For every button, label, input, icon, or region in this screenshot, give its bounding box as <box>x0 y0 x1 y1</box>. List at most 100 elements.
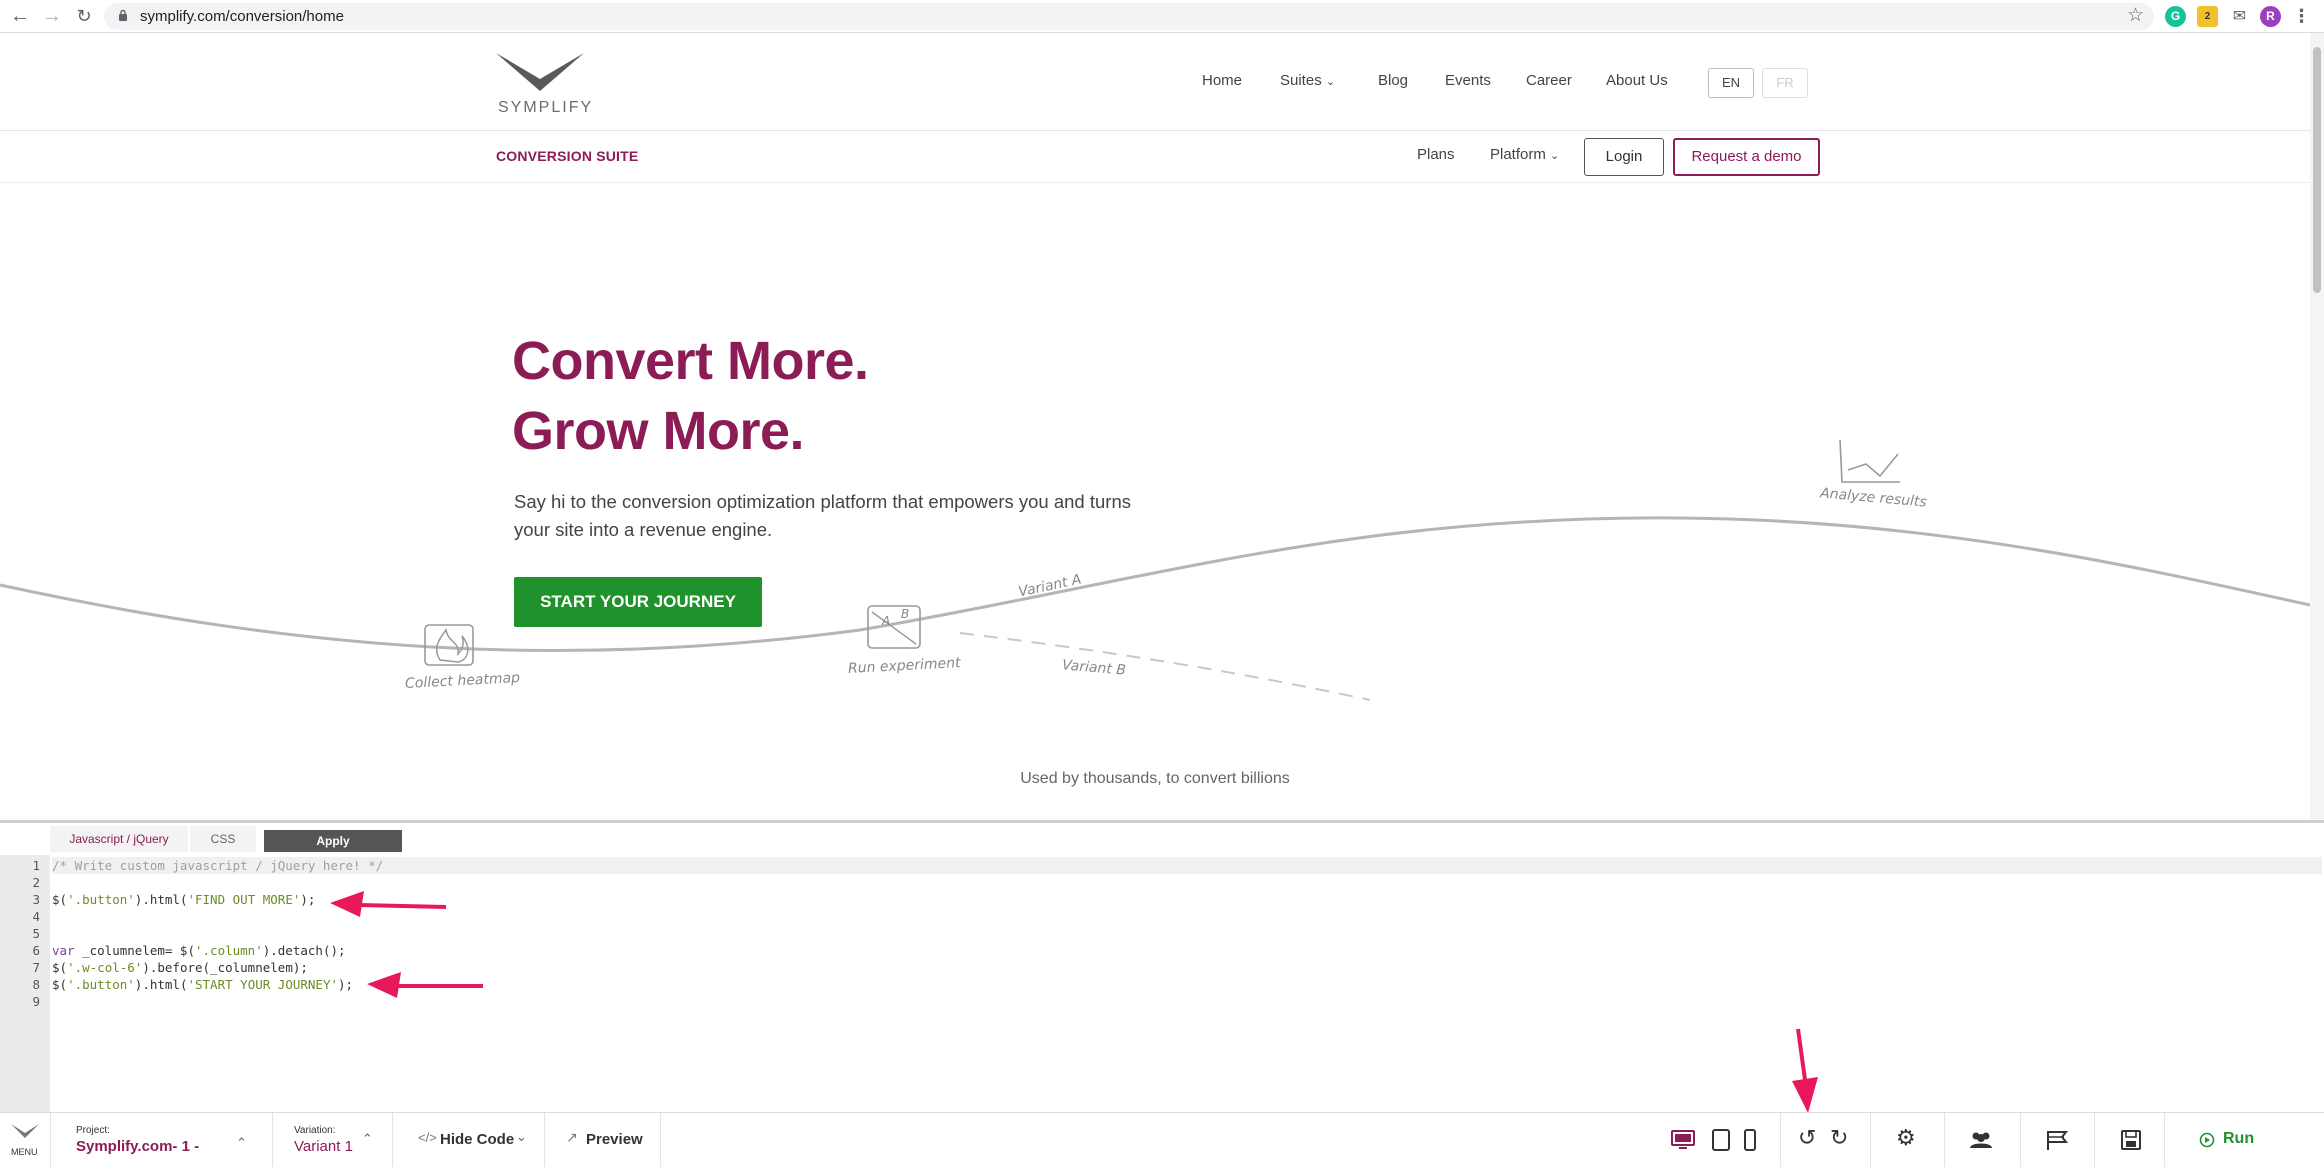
line-number: 8 <box>32 977 40 992</box>
code-token: $( <box>52 977 68 992</box>
toolbar-divider <box>1870 1113 1871 1167</box>
code-line: $('.button').html('START YOUR JOURNEY'); <box>52 976 353 993</box>
run-button[interactable]: Run <box>2165 1113 2324 1167</box>
request-demo-button[interactable]: Request a demo <box>1673 138 1820 176</box>
code-token: ).before(_columnelem); <box>142 960 308 975</box>
code-token: ); <box>300 892 316 907</box>
hero-title-line-1: Convert More. <box>512 331 869 391</box>
nav-about-us[interactable]: About Us <box>1606 72 1668 89</box>
mobile-view-icon[interactable] <box>1737 1128 1763 1152</box>
code-token: '.button' <box>67 892 135 907</box>
line-number: 5 <box>32 926 40 941</box>
settings-gears-icon[interactable]: ⚙ <box>1896 1125 1916 1151</box>
preview-button[interactable]: ↗ Preview <box>544 1113 660 1167</box>
grammarly-extension-icon[interactable]: G <box>2165 6 2186 27</box>
symplify-logo-mark-icon <box>496 53 584 91</box>
code-token: ).detach(); <box>262 943 346 958</box>
desktop-view-icon[interactable] <box>1670 1128 1696 1152</box>
project-label: Project: <box>76 1125 110 1136</box>
code-token: $( <box>52 892 68 907</box>
browser-toolbar: ← → ↻ symplify.com/conversion/home ☆ G 2… <box>0 0 2324 33</box>
redo-icon[interactable]: ↻ <box>1830 1125 1848 1151</box>
nav-home[interactable]: Home <box>1202 72 1242 89</box>
symplify-logo[interactable]: SYMPLIFY <box>494 47 591 117</box>
nav-platform[interactable]: Platform ⌄ <box>1490 146 1559 163</box>
code-token: ).html( <box>134 892 188 907</box>
extensions-puzzle-icon[interactable]: ✉ <box>2229 6 2250 27</box>
toolbar-divider <box>660 1113 661 1167</box>
url-text: symplify.com/conversion/home <box>140 8 344 25</box>
run-label: Run <box>2223 1130 2255 1147</box>
toolbar-divider <box>2094 1113 2095 1167</box>
ab-letter-a: A <box>882 614 891 628</box>
nav-suites[interactable]: Suites ⌄ <box>1280 72 1335 89</box>
chevron-down-icon: ⌄ <box>1550 150 1560 162</box>
used-by-tagline: Used by thousands, to convert billions <box>1020 770 1290 787</box>
symplify-logo-icon <box>11 1124 39 1138</box>
back-icon[interactable]: ← <box>8 4 32 28</box>
code-token: '.w-col-6' <box>67 960 143 975</box>
variant-b-dashed-curve <box>959 632 1371 701</box>
nav-plans[interactable]: Plans <box>1417 146 1455 163</box>
nav-platform-label: Platform <box>1490 146 1546 163</box>
scrollbar-thumb[interactable] <box>2313 47 2321 293</box>
nav-events[interactable]: Events <box>1445 72 1491 89</box>
line-number: 3 <box>32 892 40 907</box>
line-number: 2 <box>32 875 40 890</box>
variation-label: Variation: <box>294 1125 336 1136</box>
play-circle-icon <box>2199 1132 2215 1148</box>
reload-icon[interactable]: ↻ <box>72 4 96 28</box>
annotation-arrow-icon <box>367 972 483 998</box>
menu-label: MENU <box>11 1147 38 1157</box>
ab-letter-b: B <box>901 607 910 621</box>
undo-icon[interactable]: ↺ <box>1798 1125 1816 1151</box>
nav-blog[interactable]: Blog <box>1378 72 1408 89</box>
line-number: 1 <box>32 858 40 873</box>
apply-button[interactable]: Apply <box>264 830 402 852</box>
project-selector[interactable]: Project: Symplify.com- 1 - ⌃ <box>50 1113 272 1167</box>
tab-css[interactable]: CSS <box>190 826 256 852</box>
suite-title[interactable]: CONVERSION SUITE <box>496 148 638 164</box>
chevron-down-icon: ⌄ <box>1325 76 1336 88</box>
code-token: /* Write custom javascript / jQuery here… <box>52 858 384 873</box>
save-floppy-icon[interactable] <box>2118 1128 2144 1152</box>
nav-career[interactable]: Career <box>1526 72 1572 89</box>
lang-en-button[interactable]: EN <box>1708 68 1754 98</box>
bookmark-star-icon[interactable]: ☆ <box>2127 4 2144 27</box>
variation-value: Variant 1 <box>294 1138 353 1155</box>
line-number: 9 <box>32 994 40 1009</box>
tablet-view-icon[interactable] <box>1708 1128 1734 1152</box>
page-scrollbar[interactable] <box>2310 33 2324 823</box>
goals-flag-icon[interactable] <box>2044 1128 2070 1152</box>
hide-code-button[interactable]: </> Hide Code ⌄ <box>392 1113 544 1167</box>
chevron-up-icon: ⌃ <box>362 1131 373 1146</box>
profile-avatar[interactable]: R <box>2260 6 2281 27</box>
logo-text: SYMPLIFY <box>498 99 594 116</box>
nav-suites-label: Suites <box>1280 72 1322 89</box>
tab-javascript[interactable]: Javascript / jQuery <box>50 826 188 852</box>
code-line: /* Write custom javascript / jQuery here… <box>52 857 2322 874</box>
variation-selector[interactable]: Variation: Variant 1 ⌃ <box>272 1113 392 1167</box>
forward-icon[interactable]: → <box>40 4 64 28</box>
hide-code-label: Hide Code <box>440 1131 515 1148</box>
site-header: SYMPLIFY Home Suites ⌄ Blog Events Caree… <box>0 33 2310 131</box>
code-token: _columnelem= $( <box>74 943 195 958</box>
lang-fr-button[interactable]: FR <box>1762 68 1808 98</box>
audience-users-icon[interactable] <box>1968 1128 1994 1152</box>
menu-button[interactable]: MENU <box>0 1113 50 1167</box>
code-line: var _columnelem= $('.column').detach(); <box>52 942 346 959</box>
browser-menu-icon[interactable]: ⋮ <box>2291 6 2312 27</box>
external-link-icon: ↗ <box>566 1129 578 1145</box>
line-number: 4 <box>32 909 40 924</box>
annotation-arrow-icon <box>1792 1028 1818 1113</box>
code-token: $( <box>52 960 68 975</box>
extension-badge-icon[interactable]: 2 <box>2197 6 2218 27</box>
code-token: ).html( <box>134 977 188 992</box>
code-token: 'FIND OUT MORE' <box>187 892 301 907</box>
toolbar-divider <box>2020 1113 2021 1167</box>
toolbar-divider <box>1780 1113 1781 1167</box>
login-button[interactable]: Login <box>1584 138 1664 176</box>
heatmap-flame-icon <box>424 624 474 666</box>
analyze-chart-icon <box>1839 439 1900 483</box>
address-bar[interactable]: symplify.com/conversion/home ☆ <box>104 3 2154 30</box>
